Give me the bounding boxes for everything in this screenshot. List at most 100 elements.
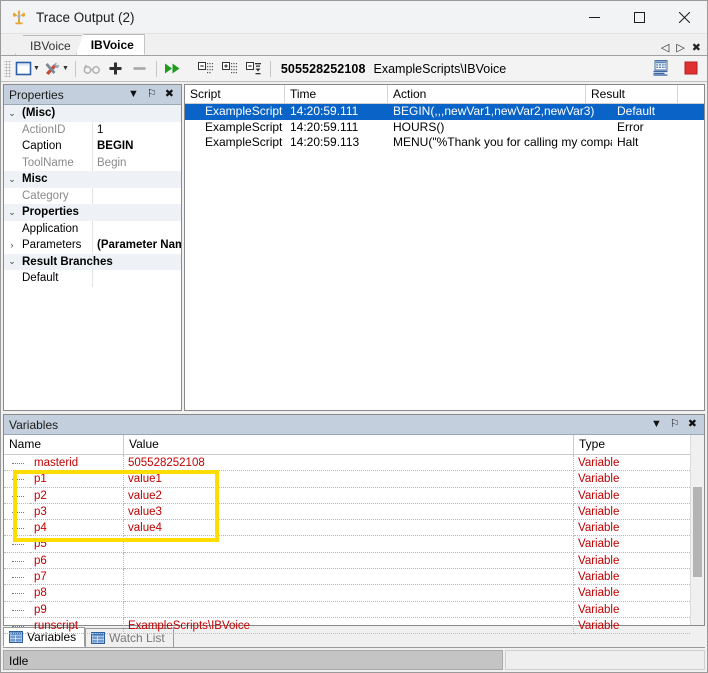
property-row-application[interactable]: Application <box>4 221 181 238</box>
chevron-down-icon[interactable]: ▼ <box>62 65 69 72</box>
chevron-down-icon[interactable]: ⌄ <box>4 175 20 184</box>
list-item[interactable]: p1 value1 Variable <box>4 471 690 487</box>
property-row-caption[interactable]: Caption BEGIN <box>4 138 181 155</box>
list-item[interactable]: p4 value4 Variable <box>4 520 690 536</box>
remove-button[interactable] <box>128 58 152 79</box>
column-header-type[interactable]: Type <box>574 435 690 454</box>
column-header-result[interactable]: Result <box>586 85 678 103</box>
properties-menu-icon[interactable]: ▼ <box>128 89 139 100</box>
add-button[interactable] <box>104 58 128 79</box>
property-group-row[interactable]: ⌄ Misc <box>4 171 181 188</box>
property-value[interactable]: 1 <box>92 122 181 139</box>
property-group-row[interactable]: ⌄ (Misc) <box>4 105 181 122</box>
close-button[interactable] <box>662 1 707 33</box>
property-row-category[interactable]: Category <box>4 188 181 205</box>
tools-button[interactable]: ▼ <box>42 58 71 79</box>
stop-button[interactable] <box>679 57 703 78</box>
variable-type: Variable <box>574 569 690 585</box>
chevron-down-icon[interactable]: ⌄ <box>4 208 20 217</box>
maximize-button[interactable] <box>617 1 662 33</box>
trace-grid-panel: Script Time Action Result ExampleScript … <box>184 84 705 411</box>
chevron-down-icon[interactable]: ⌄ <box>4 257 20 266</box>
column-header-action[interactable]: Action <box>388 85 586 103</box>
table-row[interactable]: ExampleScript 14:20:59.111 HOURS() Error <box>185 120 704 136</box>
trace-grid-header: Script Time Action Result <box>185 85 704 104</box>
variable-name: p7 <box>30 569 124 585</box>
column-header-script[interactable]: Script <box>185 85 285 103</box>
chevron-down-icon[interactable]: ⌄ <box>4 109 20 118</box>
column-header-name[interactable]: Name <box>4 435 124 454</box>
property-value[interactable] <box>92 270 181 287</box>
cell-action: HOURS() <box>388 120 612 136</box>
tree-connector-icon <box>4 553 30 569</box>
property-value[interactable] <box>92 188 181 205</box>
status-bar: Idle <box>1 648 707 672</box>
session-id: 505528252108 <box>281 62 366 76</box>
variables-vertical-scrollbar[interactable] <box>690 435 704 625</box>
report-grid-button[interactable] <box>649 57 673 78</box>
collapse-level-button[interactable] <box>242 58 266 79</box>
minimize-button[interactable] <box>572 1 617 33</box>
collapse-all-button[interactable] <box>194 58 218 79</box>
variable-name: p9 <box>30 602 124 618</box>
toolbar-separator <box>156 61 157 77</box>
variables-menu-icon[interactable]: ▼ <box>651 419 662 430</box>
list-item[interactable]: runscript ExampleScripts\IBVoice Variabl… <box>4 618 690 634</box>
tab-ibvoice-2[interactable]: IBVoice <box>76 34 145 55</box>
new-window-button[interactable]: ▼ <box>13 58 42 79</box>
chevron-down-icon[interactable]: ▼ <box>33 65 40 72</box>
variables-close-icon[interactable]: ✖ <box>688 419 697 430</box>
list-item[interactable]: p8 Variable <box>4 585 690 601</box>
property-row-default[interactable]: Default <box>4 270 181 287</box>
properties-close-icon[interactable]: ✖ <box>165 89 174 100</box>
property-value[interactable]: (Parameter Name <box>92 237 181 254</box>
property-row-toolname[interactable]: ToolName Begin <box>4 155 181 172</box>
property-group-row[interactable]: ⌄ Result Branches <box>4 254 181 271</box>
variable-name: p1 <box>30 471 124 487</box>
list-item[interactable]: p2 value2 Variable <box>4 488 690 504</box>
tree-connector-icon <box>4 471 30 487</box>
list-item[interactable]: p3 value3 Variable <box>4 504 690 520</box>
scrollbar-thumb[interactable] <box>693 487 702 577</box>
tree-connector-icon <box>4 569 30 585</box>
property-value[interactable]: BEGIN <box>92 138 181 155</box>
variables-pin-icon[interactable]: ⚐ <box>670 419 680 430</box>
tab-ibvoice-1[interactable]: IBVoice <box>15 35 82 55</box>
toolbar-grip[interactable] <box>4 61 11 77</box>
property-row-parameters[interactable]: › Parameters (Parameter Name <box>4 237 181 254</box>
tree-connector-icon <box>4 536 30 552</box>
variable-value: ExampleScripts\IBVoice <box>124 618 574 634</box>
list-item[interactable]: p9 Variable <box>4 602 690 618</box>
list-item[interactable]: p6 Variable <box>4 553 690 569</box>
run-button[interactable] <box>161 58 185 79</box>
properties-pin-icon[interactable]: ⚐ <box>147 89 157 100</box>
column-header-time[interactable]: Time <box>285 85 388 103</box>
property-group-row[interactable]: ⌄ Properties <box>4 204 181 221</box>
cell-action: MENU("%Thank you for calling my compar <box>388 135 612 151</box>
variable-type: Variable <box>574 455 690 471</box>
cell-time: 14:20:59.111 <box>285 120 388 136</box>
property-value[interactable] <box>92 221 181 238</box>
property-name: Application <box>20 223 92 235</box>
list-item[interactable]: p5 Variable <box>4 536 690 552</box>
property-name: Parameters <box>20 239 92 251</box>
table-row[interactable]: ExampleScript 14:20:59.113 MENU("%Thank … <box>185 135 704 151</box>
property-value[interactable]: Begin <box>92 155 181 172</box>
list-item[interactable]: p7 Variable <box>4 569 690 585</box>
variable-name: p4 <box>30 520 124 536</box>
cell-script: ExampleScript <box>185 120 285 136</box>
list-item[interactable]: masterid 505528252108 Variable <box>4 455 690 471</box>
tab-next-icon[interactable]: ▷ <box>676 43 684 54</box>
variable-type: Variable <box>574 471 690 487</box>
tab-prev-icon[interactable]: ◁ <box>661 43 669 54</box>
property-row-actionid[interactable]: ActionID 1 <box>4 122 181 139</box>
property-name: ToolName <box>20 157 92 169</box>
tab-close-icon[interactable]: ✖ <box>692 43 701 54</box>
view-button[interactable] <box>80 58 104 79</box>
table-row[interactable]: ExampleScript 14:20:59.111 BEGIN(,,,newV… <box>185 104 704 120</box>
chevron-right-icon[interactable]: › <box>4 241 20 250</box>
expand-all-button[interactable] <box>218 58 242 79</box>
column-header-value[interactable]: Value <box>124 435 574 454</box>
variable-value <box>124 569 574 585</box>
variable-value <box>124 585 574 601</box>
